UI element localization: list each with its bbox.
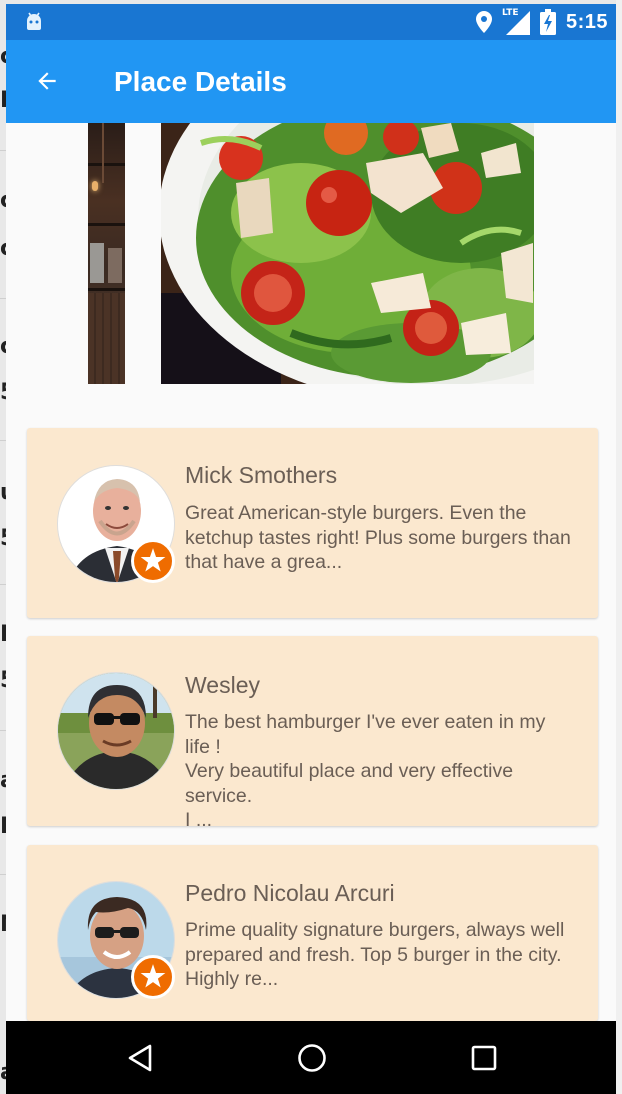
restaurant-interior-photo[interactable] — [88, 123, 125, 384]
network-type-label: LTE — [501, 8, 519, 18]
background-edge — [616, 0, 622, 1094]
badge-star-icon — [131, 955, 175, 999]
arrow-back-icon — [38, 72, 56, 90]
status-icons: LTE 5:15 — [475, 4, 608, 40]
phone-screen: LTE 5:15 Place Details Mick Smothers Gre… — [6, 4, 616, 1094]
app-bar: Place Details — [6, 40, 616, 123]
badge-star-icon — [131, 539, 175, 583]
battery-icon — [539, 9, 556, 35]
reviewer-name: Mick Smothers — [185, 462, 338, 488]
nav-home-icon — [298, 1044, 326, 1072]
reviewer-name: Pedro Nicolau Arcuri — [185, 880, 395, 906]
back-button[interactable] — [28, 62, 66, 100]
review-text: Great American-style burgers. Even the k… — [185, 502, 571, 573]
photo-gallery[interactable] — [6, 123, 616, 385]
reviewer-avatar-wrap — [57, 465, 177, 585]
reviewer-avatar-wrap — [57, 672, 177, 792]
reviewer-name: Wesley — [185, 672, 260, 698]
avatar — [57, 672, 175, 790]
reviewer-avatar-wrap — [57, 881, 177, 1001]
salad-image — [161, 123, 534, 384]
status-time: 5:15 — [565, 10, 608, 33]
nav-back-icon — [128, 1044, 152, 1072]
signal-icon: LTE — [501, 8, 530, 35]
nav-home-button[interactable] — [292, 1039, 332, 1077]
status-bar: LTE 5:15 — [6, 4, 616, 40]
review-text: The best hamburger I've ever eaten in my… — [185, 711, 546, 826]
review-card[interactable]: Mick Smothers Great American-style burge… — [27, 428, 598, 618]
review-card[interactable]: Wesley The best hamburger I've ever eate… — [27, 636, 598, 826]
nav-recents-icon — [471, 1045, 497, 1071]
nav-back-button[interactable] — [120, 1039, 160, 1077]
android-icon — [27, 12, 41, 30]
review-text: Prime quality signature burgers, always … — [185, 919, 565, 990]
page-title: Place Details — [114, 66, 287, 97]
system-nav-bar — [6, 1021, 616, 1094]
nav-recents-button[interactable] — [464, 1039, 504, 1077]
location-icon — [475, 11, 492, 33]
salad-photo[interactable] — [161, 123, 534, 384]
review-card[interactable]: Pedro Nicolau Arcuri Prime quality signa… — [27, 845, 598, 1021]
